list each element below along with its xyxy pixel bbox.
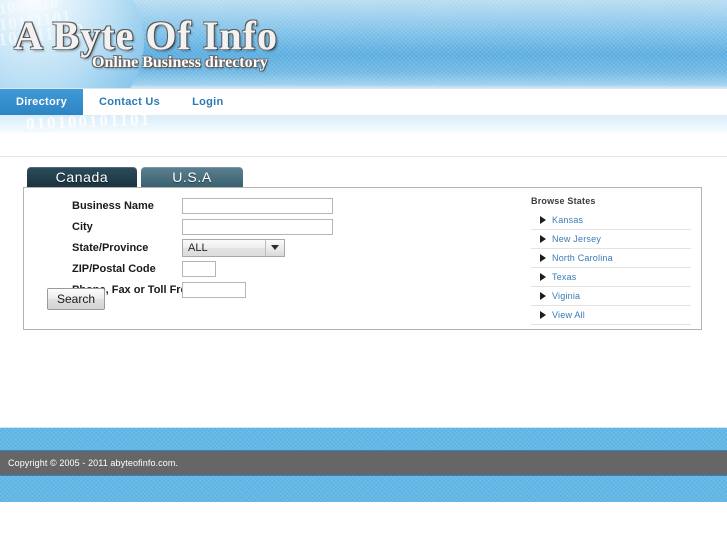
chevron-down-icon[interactable]	[265, 239, 284, 256]
search-form: Business Name City State/Province ALL ZI…	[72, 196, 333, 301]
label-city: City	[72, 220, 93, 233]
state-province-selected-value: ALL	[188, 241, 208, 254]
nav-item-contact-us[interactable]: Contact Us	[83, 89, 176, 115]
nav-item-directory[interactable]: Directory	[0, 89, 83, 115]
arrow-right-icon	[540, 292, 546, 300]
nav-item-label: Directory	[16, 96, 67, 108]
browse-state-view-all[interactable]: View All	[531, 306, 691, 325]
site-logo[interactable]: A Byte Of Info Online Business directory	[14, 14, 314, 72]
browse-states-title: Browse States	[531, 196, 596, 206]
browse-state-kansas[interactable]: Kansas	[531, 211, 691, 230]
watermark-band: 010100101101	[0, 115, 727, 133]
site-header: 010101 0100110 101001110 01010111101 010…	[0, 0, 727, 88]
footer-copyright: Copyright © 2005 - 2011 abyteofinfo.com.	[8, 458, 179, 468]
nav-item-label: Login	[192, 96, 224, 108]
label-state-province: State/Province	[72, 241, 149, 254]
search-button[interactable]: Search	[47, 288, 106, 310]
arrow-right-icon	[540, 216, 546, 224]
nav-item-login[interactable]: Login	[176, 89, 239, 115]
browse-state-virginia[interactable]: Viginia	[531, 287, 691, 306]
browse-state-label: View All	[552, 310, 585, 320]
arrow-right-icon	[540, 254, 546, 262]
phone-fax-tollfree-input[interactable]	[182, 281, 246, 298]
country-tabs: Canada U.S.A	[27, 167, 243, 187]
zip-postal-code-input[interactable]	[182, 260, 216, 277]
page-root: 010101 0100110 101001110 01010111101 010…	[0, 0, 727, 545]
main-navigation: Directory Contact Us Login	[0, 88, 727, 115]
form-row-state-province: State/Province ALL	[72, 238, 333, 257]
page-tail	[0, 502, 727, 532]
watermark-binary-text: 010100101101	[25, 115, 152, 133]
form-row-city: City	[72, 217, 333, 236]
browse-state-new-jersey[interactable]: New Jersey	[531, 230, 691, 249]
business-name-input[interactable]	[182, 197, 333, 214]
state-province-select[interactable]: ALL	[182, 238, 285, 257]
browse-state-label: North Carolina	[552, 253, 613, 263]
tab-canada[interactable]: Canada	[27, 167, 137, 187]
logo-subtitle: Online Business directory	[92, 54, 268, 71]
city-input[interactable]	[182, 218, 333, 235]
arrow-right-icon	[540, 235, 546, 243]
footer-band-bottom	[0, 476, 727, 502]
content-divider	[0, 156, 727, 157]
tab-label: Canada	[55, 169, 109, 185]
browse-states-panel: Browse States Kansas New Jersey North Ca…	[531, 196, 691, 325]
label-business-name: Business Name	[72, 199, 154, 212]
browse-state-label: Kansas	[552, 215, 584, 225]
label-zip-postal-code: ZIP/Postal Code	[72, 262, 156, 275]
browse-state-north-carolina[interactable]: North Carolina	[531, 249, 691, 268]
tab-label: U.S.A	[172, 169, 212, 185]
form-row-zip-postal-code: ZIP/Postal Code	[72, 259, 333, 278]
form-row-business-name: Business Name	[72, 196, 333, 215]
footer-band-top	[0, 427, 727, 450]
browse-state-label: Texas	[552, 272, 577, 282]
browse-state-texas[interactable]: Texas	[531, 268, 691, 287]
arrow-right-icon	[540, 311, 546, 319]
browse-state-label: New Jersey	[552, 234, 602, 244]
site-footer: Copyright © 2005 - 2011 abyteofinfo.com.	[0, 450, 727, 476]
browse-state-label: Viginia	[552, 291, 581, 301]
logo-title: A Byte Of Info	[14, 13, 278, 58]
nav-item-label: Contact Us	[99, 96, 161, 108]
form-row-phone-fax-tollfree: Phone, Fax or Toll Free	[72, 280, 333, 299]
search-panel: Business Name City State/Province ALL ZI…	[23, 187, 702, 330]
arrow-right-icon	[540, 273, 546, 281]
tab-usa[interactable]: U.S.A	[141, 167, 243, 187]
